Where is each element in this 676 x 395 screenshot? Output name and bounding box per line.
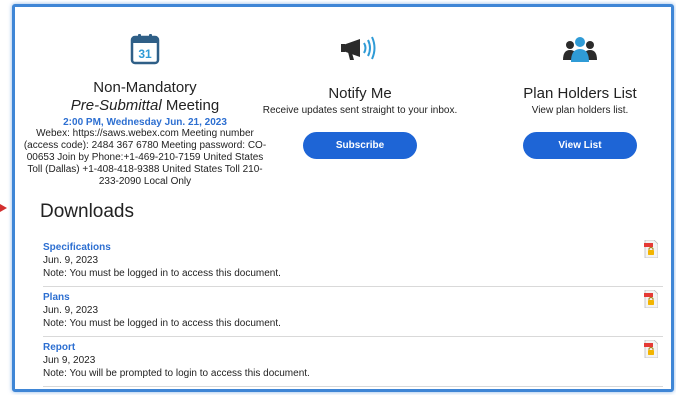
planholders-section: Plan Holders List View plan holders list…: [480, 31, 671, 159]
download-date: Jun 9, 2023: [43, 355, 96, 366]
meeting-details: Webex: https://saws.webex.com Meeting nu…: [23, 128, 267, 187]
calendar-icon: 31: [15, 31, 275, 67]
download-link[interactable]: Plans: [43, 291, 663, 304]
svg-text:31: 31: [138, 47, 152, 61]
pointer-marker: [0, 204, 7, 212]
notify-section: Notify Me Receive updates sent straight …: [260, 31, 460, 159]
meeting-section: 31 Non-Mandatory Pre-Submittal Meeting 2…: [15, 31, 275, 188]
view-list-button[interactable]: View List: [523, 132, 637, 159]
downloads-heading: Downloads: [40, 201, 134, 222]
download-item: Specifications Jun. 9, 2023 Note: You mu…: [43, 237, 663, 287]
download-note: Note: You must be logged in to access th…: [43, 268, 281, 279]
subscribe-button[interactable]: Subscribe: [303, 132, 417, 159]
download-item: Plans Jun. 9, 2023 Note: You must be log…: [43, 287, 663, 337]
download-note: Note: You will be prompted to login to a…: [43, 368, 310, 379]
planholders-title: Plan Holders List: [523, 85, 637, 102]
meeting-time: 2:00 PM, Wednesday Jun. 21, 2023: [63, 117, 227, 128]
megaphone-icon: [260, 31, 460, 67]
download-link[interactable]: Report: [43, 341, 663, 354]
download-date: Jun. 9, 2023: [43, 255, 99, 266]
meeting-title: Non-Mandatory: [93, 79, 197, 96]
downloads-list: Specifications Jun. 9, 2023 Note: You mu…: [43, 237, 663, 387]
download-note: Note: You must be logged in to access th…: [43, 318, 281, 329]
users-icon: [480, 31, 671, 67]
meeting-subtitle: Pre-Submittal Meeting: [70, 97, 220, 114]
pdf-lock-icon[interactable]: [644, 240, 658, 258]
download-link[interactable]: Specifications: [43, 241, 663, 254]
download-item: Report Jun 9, 2023 Note: You will be pro…: [43, 337, 663, 387]
pdf-lock-icon[interactable]: [644, 340, 658, 358]
planholders-subtitle: View plan holders list.: [531, 105, 629, 116]
notify-subtitle: Receive updates sent straight to your in…: [262, 105, 458, 116]
download-date: Jun. 9, 2023: [43, 305, 99, 316]
content-frame: 31 Non-Mandatory Pre-Submittal Meeting 2…: [12, 4, 674, 392]
pdf-lock-icon[interactable]: [644, 290, 658, 308]
notify-title: Notify Me: [328, 85, 392, 102]
